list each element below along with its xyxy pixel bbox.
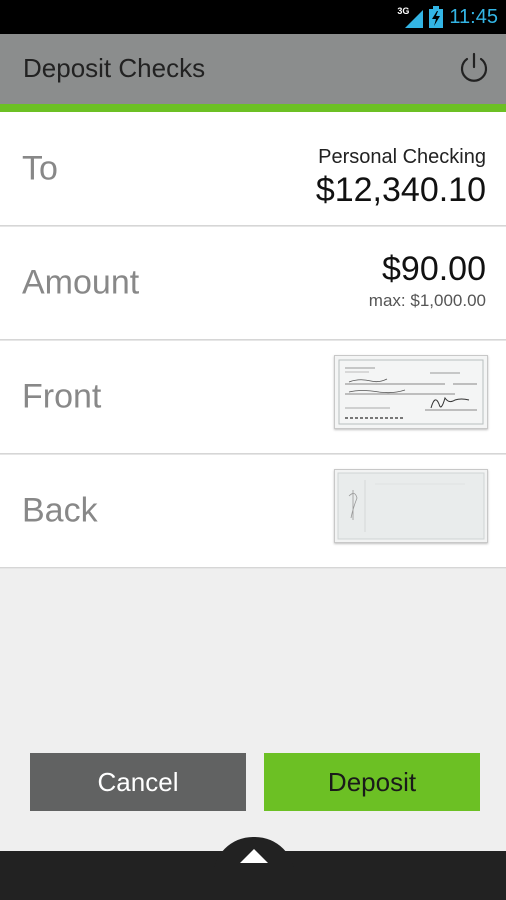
page-title: Deposit Checks — [23, 53, 206, 83]
to-label: To — [22, 149, 58, 187]
amount-value: $90.00 — [382, 250, 486, 288]
back-image-row[interactable]: Back — [0, 454, 506, 568]
deposit-form: To Personal Checking $12,340.10 Amount $… — [0, 112, 506, 568]
battery-charging-icon — [429, 6, 444, 28]
account-name: Personal Checking — [318, 146, 486, 168]
check-front-thumbnail[interactable] — [334, 355, 488, 429]
account-balance: $12,340.10 — [315, 171, 486, 209]
status-icons: 3G 11:45 — [397, 0, 498, 34]
back-label: Back — [22, 491, 98, 529]
status-bar: 3G 11:45 — [0, 0, 506, 34]
front-image-row[interactable]: Front — [0, 340, 506, 454]
power-icon[interactable] — [456, 50, 492, 86]
signal-icon: 3G — [397, 6, 424, 28]
amount-label: Amount — [22, 263, 140, 301]
clock: 11:45 — [449, 5, 498, 28]
check-back-thumbnail[interactable] — [334, 469, 488, 543]
chevron-up-icon — [240, 849, 268, 863]
account-info: Personal Checking $12,340.10 — [316, 146, 486, 210]
to-account-row[interactable]: To Personal Checking $12,340.10 — [0, 112, 506, 226]
amount-info: $90.00 max: $1,000.00 — [369, 250, 486, 311]
front-label: Front — [22, 377, 102, 415]
amount-row[interactable]: Amount $90.00 max: $1,000.00 — [0, 226, 506, 340]
amount-max: max: $1,000.00 — [368, 291, 486, 310]
expand-tab[interactable] — [213, 837, 295, 877]
cancel-button[interactable]: Cancel — [30, 753, 246, 811]
deposit-button[interactable]: Deposit — [264, 753, 480, 811]
action-bar: Deposit Checks — [0, 34, 506, 112]
